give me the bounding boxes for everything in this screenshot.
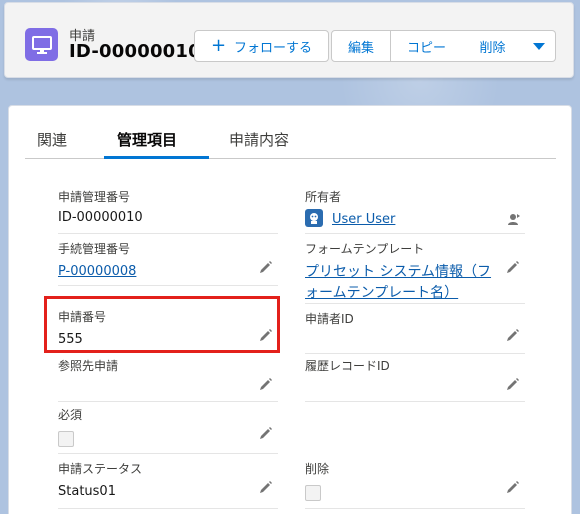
field-value: Status01 bbox=[58, 484, 116, 499]
field-ref-app: 参照先申請 bbox=[58, 357, 278, 403]
field-owner: 所有者 User User bbox=[305, 188, 525, 234]
field-label: 所有者 bbox=[305, 190, 342, 204]
pencil-icon[interactable] bbox=[506, 260, 520, 274]
field-divider bbox=[58, 453, 278, 454]
field-label: 申請者ID bbox=[305, 312, 354, 326]
owner-avatar bbox=[305, 209, 323, 227]
field-required: 必須 bbox=[58, 406, 278, 454]
pencil-icon[interactable] bbox=[259, 377, 273, 391]
field-divider bbox=[58, 285, 278, 286]
field-app-mgmt-no: 申請管理番号 ID-00000010 bbox=[58, 188, 278, 234]
follow-button-label: フォローする bbox=[234, 40, 313, 56]
tab-related[interactable]: 関連 bbox=[37, 129, 67, 150]
pencil-icon[interactable] bbox=[506, 328, 520, 342]
more-actions-button[interactable] bbox=[523, 30, 556, 62]
field-history-record-id: 履歴レコードID bbox=[305, 357, 525, 403]
proc-mgmt-no-link[interactable]: P-00000008 bbox=[58, 264, 136, 279]
field-deleted: 削除 bbox=[305, 460, 525, 510]
tab-management-items[interactable]: 管理項目 bbox=[117, 129, 177, 150]
tab-bar: 関連 管理項目 申請内容 bbox=[25, 121, 556, 159]
active-tab-indicator bbox=[104, 156, 209, 159]
change-owner-icon[interactable] bbox=[507, 212, 521, 226]
form-template-link[interactable]: プリセット システム情報（フ ォームテンプレート名） bbox=[305, 262, 491, 304]
field-divider bbox=[58, 508, 278, 509]
field-divider bbox=[305, 508, 525, 509]
field-label: 必須 bbox=[58, 408, 83, 422]
field-label: 手続管理番号 bbox=[58, 242, 131, 256]
tab-application-content[interactable]: 申請内容 bbox=[229, 129, 289, 150]
required-checkbox[interactable] bbox=[58, 431, 74, 447]
user-avatar-icon bbox=[310, 213, 318, 224]
field-form-template: フォームテンプレート プリセット システム情報（フ ォームテンプレート名） bbox=[305, 240, 525, 304]
field-label: 参照先申請 bbox=[58, 359, 119, 373]
pencil-icon[interactable] bbox=[259, 426, 273, 440]
highlight-box bbox=[44, 296, 280, 353]
pencil-icon[interactable] bbox=[506, 480, 520, 494]
field-label: 削除 bbox=[305, 462, 330, 476]
field-divider bbox=[58, 233, 278, 234]
pencil-icon[interactable] bbox=[259, 260, 273, 274]
pencil-icon[interactable] bbox=[259, 480, 273, 494]
field-applicant-id: 申請者ID bbox=[305, 310, 525, 354]
monitor-icon bbox=[25, 28, 58, 61]
field-label: 申請ステータス bbox=[58, 462, 143, 476]
field-label: 申請管理番号 bbox=[58, 190, 131, 204]
field-divider bbox=[58, 401, 278, 402]
delete-button[interactable]: 削除 bbox=[462, 30, 524, 62]
field-proc-mgmt-no: 手続管理番号 P-00000008 bbox=[58, 240, 278, 286]
pencil-icon[interactable] bbox=[506, 377, 520, 391]
record-title: ID-00000010 bbox=[69, 41, 201, 62]
field-divider bbox=[305, 303, 525, 304]
record-header: 申請 ID-00000010 + フォローする 編集 コピー 削除 bbox=[4, 2, 574, 78]
field-label: 履歴レコードID bbox=[305, 359, 390, 373]
field-divider bbox=[305, 353, 525, 354]
field-value: ID-00000010 bbox=[58, 210, 143, 225]
edit-button[interactable]: 編集 bbox=[331, 30, 391, 62]
owner-link[interactable]: User User bbox=[332, 212, 395, 227]
field-divider bbox=[305, 233, 525, 234]
follow-button[interactable]: + フォローする bbox=[194, 30, 329, 62]
form-template-link-line2: ォームテンプレート名） bbox=[305, 285, 459, 301]
deleted-checkbox[interactable] bbox=[305, 485, 321, 501]
field-app-status: 申請ステータス Status01 bbox=[58, 460, 278, 510]
form-template-link-line1: プリセット システム情報（フ bbox=[305, 264, 492, 280]
chevron-down-icon bbox=[533, 42, 545, 50]
copy-button[interactable]: コピー bbox=[391, 30, 463, 62]
field-label: フォームテンプレート bbox=[305, 242, 425, 256]
plus-icon: + bbox=[210, 35, 227, 56]
field-divider bbox=[305, 401, 525, 402]
